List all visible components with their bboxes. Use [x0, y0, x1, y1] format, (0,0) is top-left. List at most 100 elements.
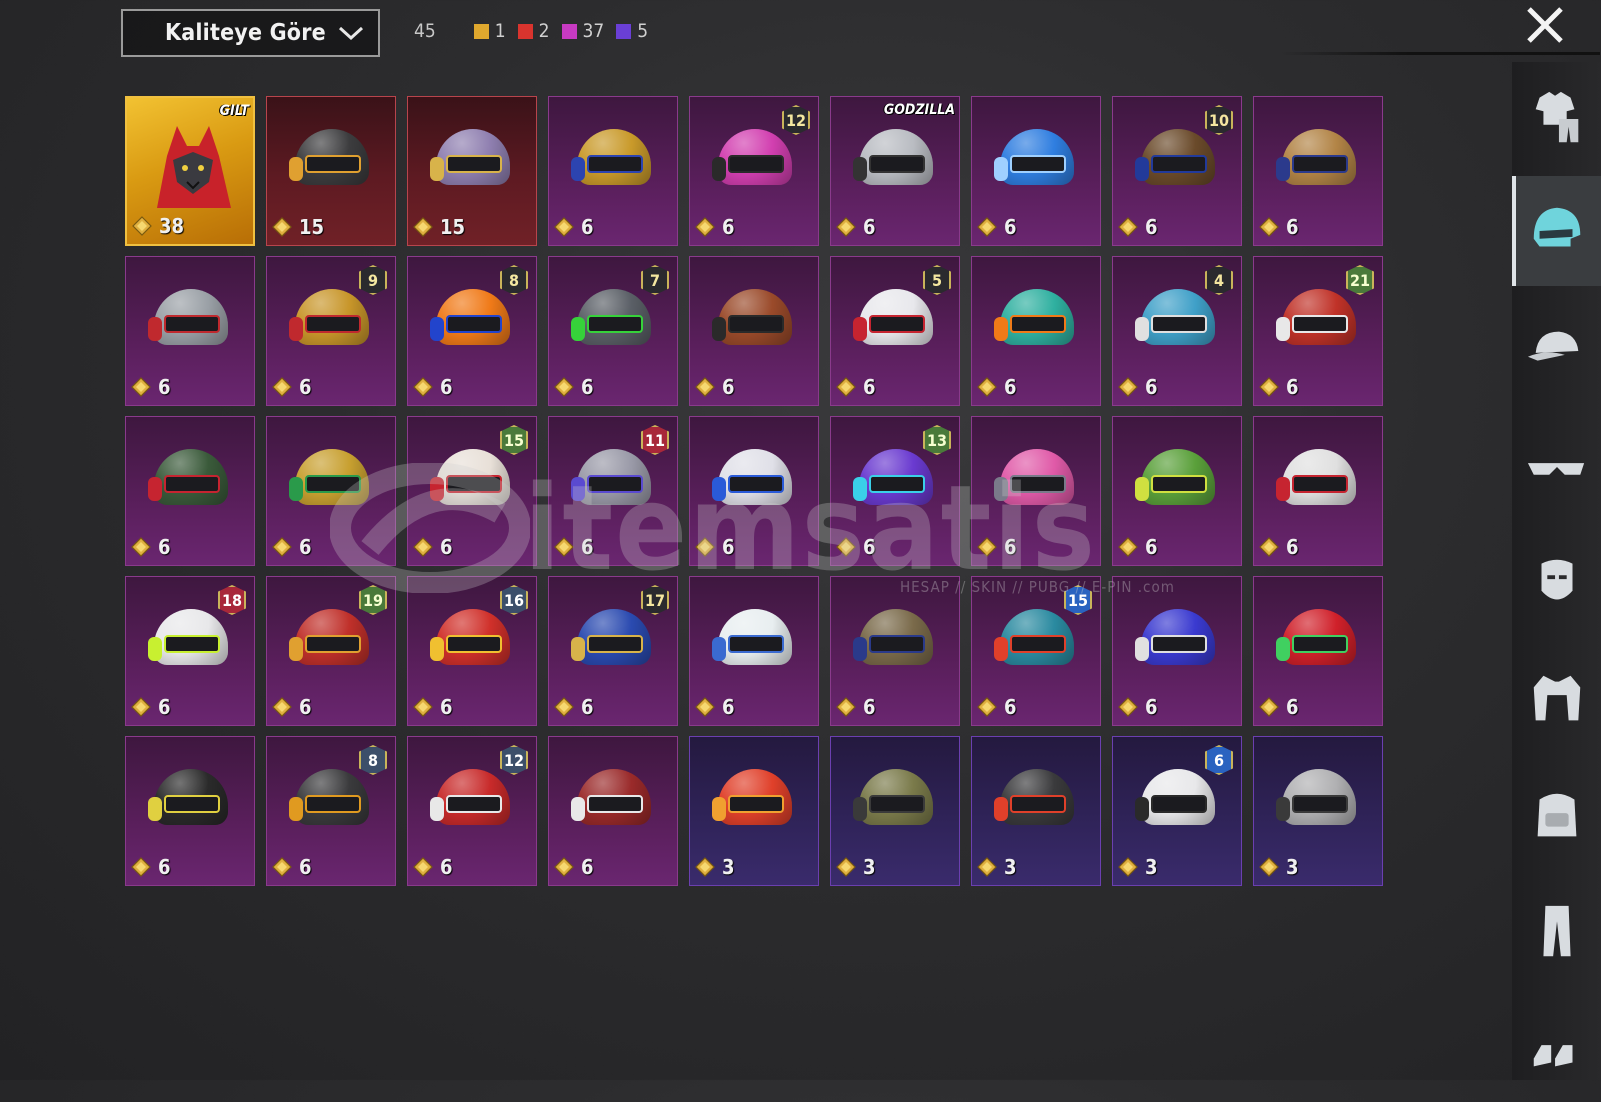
price-value: 6 [581, 375, 594, 399]
helmet-card[interactable]: 15 [266, 96, 396, 246]
helmet-card[interactable]: 63 [1112, 736, 1242, 886]
quality-count-legendary: 1 [473, 20, 506, 42]
helmet-card[interactable]: 16 6 [407, 576, 537, 726]
helmet-earpiece [853, 637, 867, 661]
helmet-card[interactable]: 86 [407, 256, 537, 406]
coin-icon [836, 697, 856, 717]
helmet-card[interactable]: 6 [1253, 416, 1383, 566]
helmet-earpiece [1276, 797, 1290, 821]
price-tag: 6 [131, 535, 171, 559]
helmet-card[interactable]: 10 6 [1112, 96, 1242, 246]
helmet-card[interactable]: 6 [830, 576, 960, 726]
helmet-card[interactable]: 56 [830, 256, 960, 406]
price-value: 6 [1145, 375, 1158, 399]
helmet-card[interactable]: 6 [689, 416, 819, 566]
helmet-icon [571, 283, 657, 361]
helmet-icon [571, 443, 657, 521]
coin-icon [977, 377, 997, 397]
price-value: 6 [722, 375, 735, 399]
price-tag: 6 [1118, 695, 1158, 719]
rail-item-mask[interactable] [1512, 528, 1601, 638]
helmet-card[interactable]: 6 [125, 416, 255, 566]
helmet-card[interactable]: 18 6 [125, 576, 255, 726]
rail-item-glasses[interactable] [1512, 412, 1601, 522]
helmet-card[interactable]: 12 6 [689, 96, 819, 246]
helmet-visor [446, 155, 502, 173]
helmet-card[interactable]: 13 6 [830, 416, 960, 566]
helmet-card[interactable]: 6 [689, 256, 819, 406]
helmet-card[interactable]: 86 [266, 736, 396, 886]
rail-item-jacket[interactable] [1512, 644, 1601, 754]
price-value: 6 [863, 375, 876, 399]
helmet-earpiece [148, 637, 162, 661]
helmet-card[interactable]: 6 [266, 416, 396, 566]
helmet-card[interactable]: GODZILLA 6 [830, 96, 960, 246]
helmet-card[interactable]: 12 6 [407, 736, 537, 886]
price-tag: 6 [695, 215, 735, 239]
helmet-card[interactable]: 6 [1253, 96, 1383, 246]
helmet-card[interactable]: 15 6 [971, 576, 1101, 726]
helmet-card[interactable]: 6 [125, 256, 255, 406]
helmet-card[interactable]: 6 [548, 96, 678, 246]
price-value: 6 [158, 535, 171, 559]
coin-icon [836, 537, 856, 557]
price-value: 3 [1004, 855, 1017, 879]
rail-item-backpack[interactable] [1512, 760, 1601, 870]
rail-item-shoes[interactable] [1512, 992, 1601, 1102]
helmet-card[interactable]: 3 [971, 736, 1101, 886]
helmet-card[interactable]: 3 [1253, 736, 1383, 886]
helmet-card[interactable]: 19 6 [266, 576, 396, 726]
helmet-card[interactable]: 15 [407, 96, 537, 246]
helmet-card[interactable]: 6 [125, 736, 255, 886]
helmet-card[interactable]: 6 [1253, 576, 1383, 726]
helmet-card[interactable]: 21 6 [1253, 256, 1383, 406]
close-icon[interactable] [1523, 3, 1567, 47]
helmet-card[interactable]: 15 6 [407, 416, 537, 566]
coin-icon [131, 857, 151, 877]
price-value: 6 [1286, 535, 1299, 559]
helmet-visor [587, 795, 643, 813]
helmet-card[interactable]: 96 [266, 256, 396, 406]
helmet-card[interactable]: 6 [548, 736, 678, 886]
helmet-card[interactable]: 3 [830, 736, 960, 886]
price-tag: 6 [554, 215, 594, 239]
helmet-card[interactable]: GILT 38 [125, 96, 255, 246]
sort-dropdown[interactable]: Kaliteye Göre [121, 9, 380, 57]
rail-item-pants[interactable] [1512, 876, 1601, 986]
helmet-earpiece [1276, 637, 1290, 661]
quality-count-mythic-red: 2 [517, 20, 550, 42]
helmet-card[interactable]: 6 [1112, 576, 1242, 726]
helmet-card[interactable]: 6 [971, 96, 1101, 246]
coin-icon [413, 217, 433, 237]
helmet-card[interactable]: 11 6 [548, 416, 678, 566]
helmet-earpiece [853, 797, 867, 821]
price-tag: 6 [1118, 535, 1158, 559]
rail-item-cap[interactable] [1512, 294, 1601, 404]
helmet-card[interactable]: 6 [971, 416, 1101, 566]
price-value: 15 [440, 215, 466, 239]
coin-icon [836, 857, 856, 877]
coin-icon [1118, 217, 1138, 237]
price-tag: 38 [132, 214, 184, 238]
coin-icon [554, 857, 574, 877]
helmet-visor [1010, 315, 1066, 333]
helmet-card[interactable]: 76 [548, 256, 678, 406]
helmet-visor [1151, 635, 1207, 653]
rail-item-outfit[interactable] [1512, 62, 1601, 172]
price-value: 3 [1286, 855, 1299, 879]
price-value: 6 [722, 535, 735, 559]
helmet-card[interactable]: 46 [1112, 256, 1242, 406]
helmet-card[interactable]: 17 6 [548, 576, 678, 726]
helmet-card[interactable]: 6 [1112, 416, 1242, 566]
helmet-visor [728, 315, 784, 333]
coin-icon [413, 857, 433, 877]
helmet-card[interactable]: 3 [689, 736, 819, 886]
rail-item-helmet[interactable] [1512, 176, 1601, 286]
helmet-card[interactable]: 6 [971, 256, 1101, 406]
helmet-icon [1135, 603, 1221, 681]
coin-icon [554, 217, 574, 237]
helmet-card[interactable]: 6 [689, 576, 819, 726]
helmet-earpiece [571, 477, 585, 501]
price-value: 6 [581, 535, 594, 559]
helmet-icon [853, 283, 939, 361]
